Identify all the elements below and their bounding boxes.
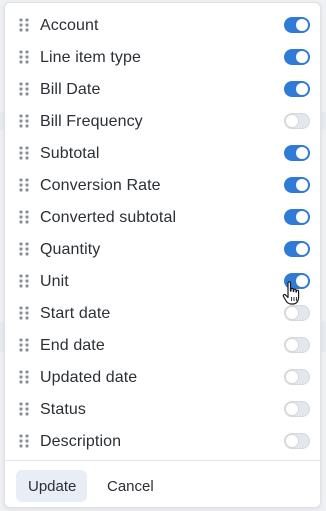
column-toggle[interactable] (284, 17, 310, 33)
column-toggle[interactable] (284, 241, 310, 257)
column-label: Bill Date (40, 81, 101, 98)
panel-footer: Update Cancel (5, 461, 320, 509)
toggle-knob (296, 83, 308, 95)
column-toggle[interactable] (284, 49, 310, 65)
drag-handle-icon[interactable] (19, 50, 29, 64)
column-settings-panel: Account Line item type Bill Date Bill Fr… (4, 2, 321, 508)
drag-handle-icon[interactable] (19, 370, 29, 384)
drag-handle-icon[interactable] (19, 146, 29, 160)
cancel-button[interactable]: Cancel (95, 470, 165, 502)
column-label: Start date (40, 305, 111, 322)
column-label: Conversion Rate (40, 177, 161, 194)
toggle-knob (286, 307, 298, 319)
column-toggle[interactable] (284, 209, 310, 225)
drag-handle-icon[interactable] (19, 18, 29, 32)
toggle-knob (296, 211, 308, 223)
column-label: Subtotal (40, 145, 100, 162)
column-toggle[interactable] (284, 337, 310, 353)
drag-handle-icon[interactable] (19, 274, 29, 288)
column-toggle[interactable] (284, 273, 310, 289)
column-label: End date (40, 337, 105, 354)
toggle-knob (296, 179, 308, 191)
column-label: Bill Frequency (40, 113, 143, 130)
drag-handle-icon[interactable] (19, 178, 29, 192)
toggle-knob (296, 19, 308, 31)
column-label: Account (40, 17, 99, 34)
column-label: Converted subtotal (40, 209, 177, 226)
column-row: Unit (5, 265, 320, 297)
drag-handle-icon[interactable] (19, 434, 29, 448)
column-label: Updated date (40, 369, 138, 386)
column-row: Start date (5, 297, 320, 329)
column-row: Updated date (5, 361, 320, 393)
drag-handle-icon[interactable] (19, 210, 29, 224)
column-toggle[interactable] (284, 81, 310, 97)
column-label: Description (40, 433, 122, 450)
column-toggle[interactable] (284, 113, 310, 129)
column-toggle[interactable] (284, 401, 310, 417)
column-label: Status (40, 401, 86, 418)
column-toggle[interactable] (284, 305, 310, 321)
column-row: Converted subtotal (5, 201, 320, 233)
column-row: Conversion Rate (5, 169, 320, 201)
column-row: Account (5, 9, 320, 41)
toggle-knob (286, 339, 298, 351)
drag-handle-icon[interactable] (19, 306, 29, 320)
toggle-knob (296, 275, 308, 287)
column-row: Bill Date (5, 73, 320, 105)
toggle-knob (296, 243, 308, 255)
column-row: Bill Frequency (5, 105, 320, 137)
drag-handle-icon[interactable] (19, 242, 29, 256)
column-list: Account Line item type Bill Date Bill Fr… (5, 9, 320, 457)
drag-handle-icon[interactable] (19, 338, 29, 352)
drag-handle-icon[interactable] (19, 114, 29, 128)
column-row: Status (5, 393, 320, 425)
update-button[interactable]: Update (16, 470, 87, 502)
column-label: Line item type (40, 49, 142, 66)
column-toggle[interactable] (284, 177, 310, 193)
column-toggle[interactable] (284, 145, 310, 161)
drag-handle-icon[interactable] (19, 82, 29, 96)
column-row: Line item type (5, 41, 320, 73)
column-toggle[interactable] (284, 369, 310, 385)
drag-handle-icon[interactable] (19, 402, 29, 416)
toggle-knob (296, 147, 308, 159)
column-row: Subtotal (5, 137, 320, 169)
toggle-knob (286, 115, 298, 127)
column-row: Description (5, 425, 320, 457)
column-label: Quantity (40, 241, 101, 258)
column-row: Quantity (5, 233, 320, 265)
toggle-knob (296, 51, 308, 63)
toggle-knob (286, 403, 298, 415)
toggle-knob (286, 435, 298, 447)
column-label: Unit (40, 273, 69, 290)
column-toggle[interactable] (284, 433, 310, 449)
column-row: End date (5, 329, 320, 361)
toggle-knob (286, 371, 298, 383)
